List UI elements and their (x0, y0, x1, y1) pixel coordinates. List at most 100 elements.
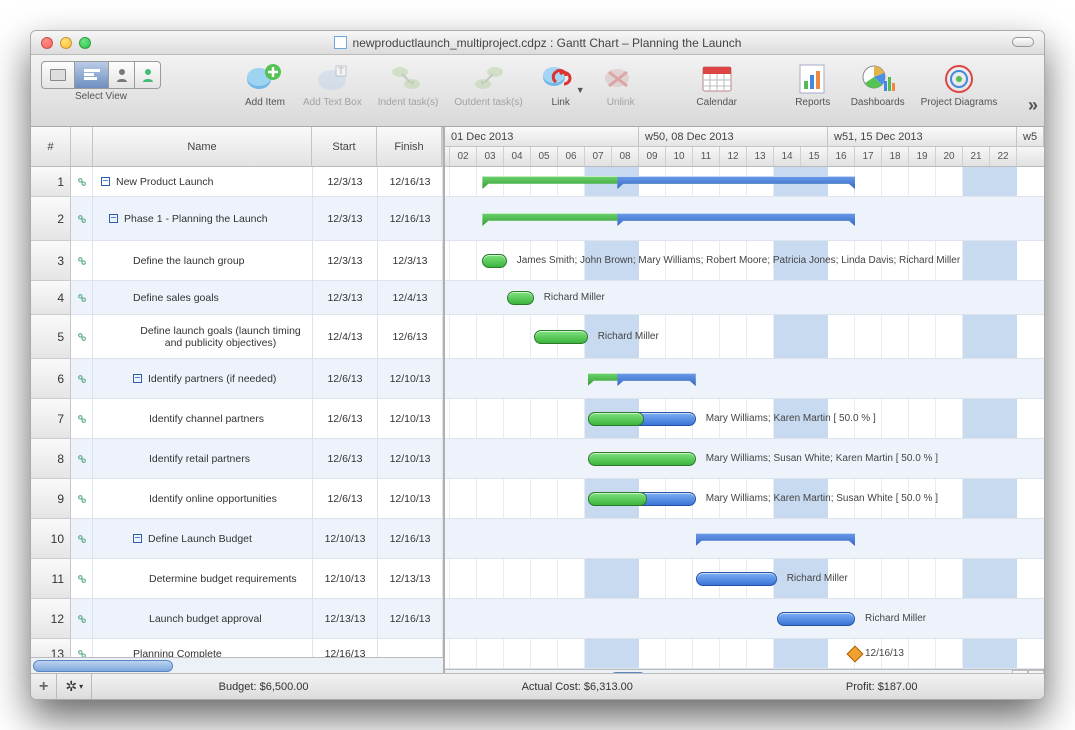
collapse-icon[interactable]: − (109, 214, 118, 223)
task-name-cell[interactable]: Determine budget requirements (93, 559, 313, 598)
task-finish-cell[interactable]: 12/16/13 (378, 519, 443, 558)
gantt-bar[interactable] (534, 330, 588, 344)
task-start-cell[interactable]: 12/6/13 (313, 359, 378, 398)
task-finish-cell[interactable] (378, 639, 443, 657)
column-finish[interactable]: Finish (377, 127, 442, 167)
project-diagrams-button[interactable]: Project Diagrams (921, 61, 998, 108)
task-name-cell[interactable]: Launch budget approval (93, 599, 313, 638)
table-row[interactable]: 6−Identify partners (if needed)12/6/1312… (31, 359, 443, 399)
table-row[interactable]: 11Determine budget requirements12/10/131… (31, 559, 443, 599)
task-name-cell[interactable]: −New Product Launch (93, 167, 313, 196)
task-start-cell[interactable]: 12/6/13 (313, 439, 378, 478)
task-start-cell[interactable]: 12/6/13 (313, 479, 378, 518)
link-button[interactable]: ▼ Link (539, 61, 583, 108)
add-row-button[interactable]: + (31, 674, 57, 699)
unlink-button[interactable]: Unlink (599, 61, 643, 108)
gantt-bar[interactable] (482, 254, 506, 268)
row-number: 9 (31, 479, 71, 519)
task-name-cell[interactable]: −Identify partners (if needed) (93, 359, 313, 398)
task-finish-cell[interactable]: 12/10/13 (378, 439, 443, 478)
column-number[interactable]: # (31, 127, 71, 167)
dashboards-button[interactable]: Dashboards (851, 61, 905, 108)
task-start-cell[interactable]: 12/6/13 (313, 399, 378, 438)
indent-tasks-button[interactable]: Indent task(s) (378, 61, 439, 108)
table-row[interactable]: 7Identify channel partners12/6/1312/10/1… (31, 399, 443, 439)
task-start-cell[interactable]: 12/13/13 (313, 599, 378, 638)
task-finish-cell[interactable]: 12/16/13 (378, 167, 443, 196)
day-header: 14 (774, 147, 801, 166)
column-start[interactable]: Start (312, 127, 377, 167)
task-finish-cell[interactable]: 12/3/13 (378, 241, 443, 280)
row-indicator-icon (71, 315, 93, 358)
add-item-button[interactable]: Add Item (243, 61, 287, 108)
task-finish-cell[interactable]: 12/10/13 (378, 359, 443, 398)
gantt-bar[interactable] (777, 612, 855, 626)
day-header: 07 (585, 147, 612, 166)
table-hscrollbar[interactable] (31, 657, 443, 673)
row-actions-button[interactable]: ✲▾ (57, 674, 92, 699)
reports-button[interactable]: Reports (791, 61, 835, 108)
task-name-cell[interactable]: Define the launch group (93, 241, 313, 280)
table-row[interactable]: 4Define sales goals12/3/1312/4/13 (31, 281, 443, 315)
task-start-cell[interactable]: 12/3/13 (313, 281, 378, 314)
table-row[interactable]: 9 Identify online opportunities12/6/1312/… (31, 479, 443, 519)
table-row[interactable]: 3Define the launch group12/3/1312/3/13 (31, 241, 443, 281)
task-start-cell[interactable]: 12/3/13 (313, 167, 378, 196)
status-bar: + ✲▾ Budget: $6,500.00 Actual Cost: $6,3… (31, 673, 1044, 699)
day-header: 03 (477, 147, 504, 166)
toolbar-overflow-icon[interactable]: » (1028, 95, 1038, 116)
row-indicator-icon (71, 359, 93, 398)
task-start-cell[interactable]: 12/3/13 (313, 241, 378, 280)
table-row[interactable]: 2−Phase 1 - Planning the Launch12/3/1312… (31, 197, 443, 241)
add-text-box-button[interactable]: T Add Text Box (303, 61, 362, 108)
task-finish-cell[interactable]: 12/10/13 (378, 479, 443, 518)
task-name-cell[interactable]: −Define Launch Budget (93, 519, 313, 558)
outdent-tasks-button[interactable]: Outdent task(s) (454, 61, 522, 108)
minimize-window-button[interactable] (60, 37, 72, 49)
table-row[interactable]: 13Planning Complete12/16/13 (31, 639, 443, 657)
table-row[interactable]: 1−New Product Launch12/3/1312/16/13 (31, 167, 443, 197)
task-name-cell[interactable]: Define launch goals (launch timing and p… (93, 315, 313, 358)
task-name-cell[interactable]: Identify online opportunities (93, 479, 313, 518)
task-start-cell[interactable]: 12/10/13 (313, 559, 378, 598)
task-finish-cell[interactable]: 12/6/13 (378, 315, 443, 358)
task-name-cell[interactable]: −Phase 1 - Planning the Launch (93, 197, 313, 240)
table-row[interactable]: 8Identify retail partners12/6/1312/10/13 (31, 439, 443, 479)
task-finish-cell[interactable]: 12/4/13 (378, 281, 443, 314)
task-name-cell[interactable]: Identify channel partners (93, 399, 313, 438)
task-start-cell[interactable]: 12/4/13 (313, 315, 378, 358)
gantt-bar[interactable] (588, 452, 696, 466)
task-start-cell[interactable]: 12/3/13 (313, 197, 378, 240)
task-name-cell[interactable]: Planning Complete (93, 639, 313, 657)
view-button-person1[interactable] (109, 61, 135, 89)
table-row[interactable]: 12Launch budget approval12/13/1312/16/13 (31, 599, 443, 639)
zoom-window-button[interactable] (79, 37, 91, 49)
close-window-button[interactable] (41, 37, 53, 49)
toolbar-toggle-button[interactable] (1012, 37, 1034, 47)
gantt-hscrollbar[interactable]: ◀ ▶ (445, 669, 1044, 673)
gantt-body[interactable]: James Smith; John Brown; Mary Williams; … (445, 167, 1044, 669)
view-button-person2[interactable] (135, 61, 161, 89)
day-header: 08 (612, 147, 639, 166)
column-name[interactable]: Name (93, 127, 312, 167)
view-button-list[interactable] (41, 61, 75, 89)
gantt-bar[interactable] (507, 291, 534, 305)
task-finish-cell[interactable]: 12/16/13 (378, 197, 443, 240)
task-name-cell[interactable]: Define sales goals (93, 281, 313, 314)
gantt-bar-label: Mary Williams; Susan White; Karen Martin… (706, 453, 938, 464)
task-finish-cell[interactable]: 12/10/13 (378, 399, 443, 438)
collapse-icon[interactable]: − (133, 534, 142, 543)
gantt-bar[interactable] (696, 572, 777, 586)
column-indicator[interactable] (71, 127, 93, 167)
task-start-cell[interactable]: 12/10/13 (313, 519, 378, 558)
view-button-gantt[interactable] (75, 61, 109, 89)
collapse-icon[interactable]: − (133, 374, 142, 383)
task-start-cell[interactable]: 12/16/13 (313, 639, 378, 657)
calendar-button[interactable]: Calendar (695, 61, 739, 108)
table-row[interactable]: 5Define launch goals (launch timing and … (31, 315, 443, 359)
table-row[interactable]: 10−Define Launch Budget12/10/1312/16/13 (31, 519, 443, 559)
task-finish-cell[interactable]: 12/13/13 (378, 559, 443, 598)
task-name-cell[interactable]: Identify retail partners (93, 439, 313, 478)
task-finish-cell[interactable]: 12/16/13 (378, 599, 443, 638)
collapse-icon[interactable]: − (101, 177, 110, 186)
